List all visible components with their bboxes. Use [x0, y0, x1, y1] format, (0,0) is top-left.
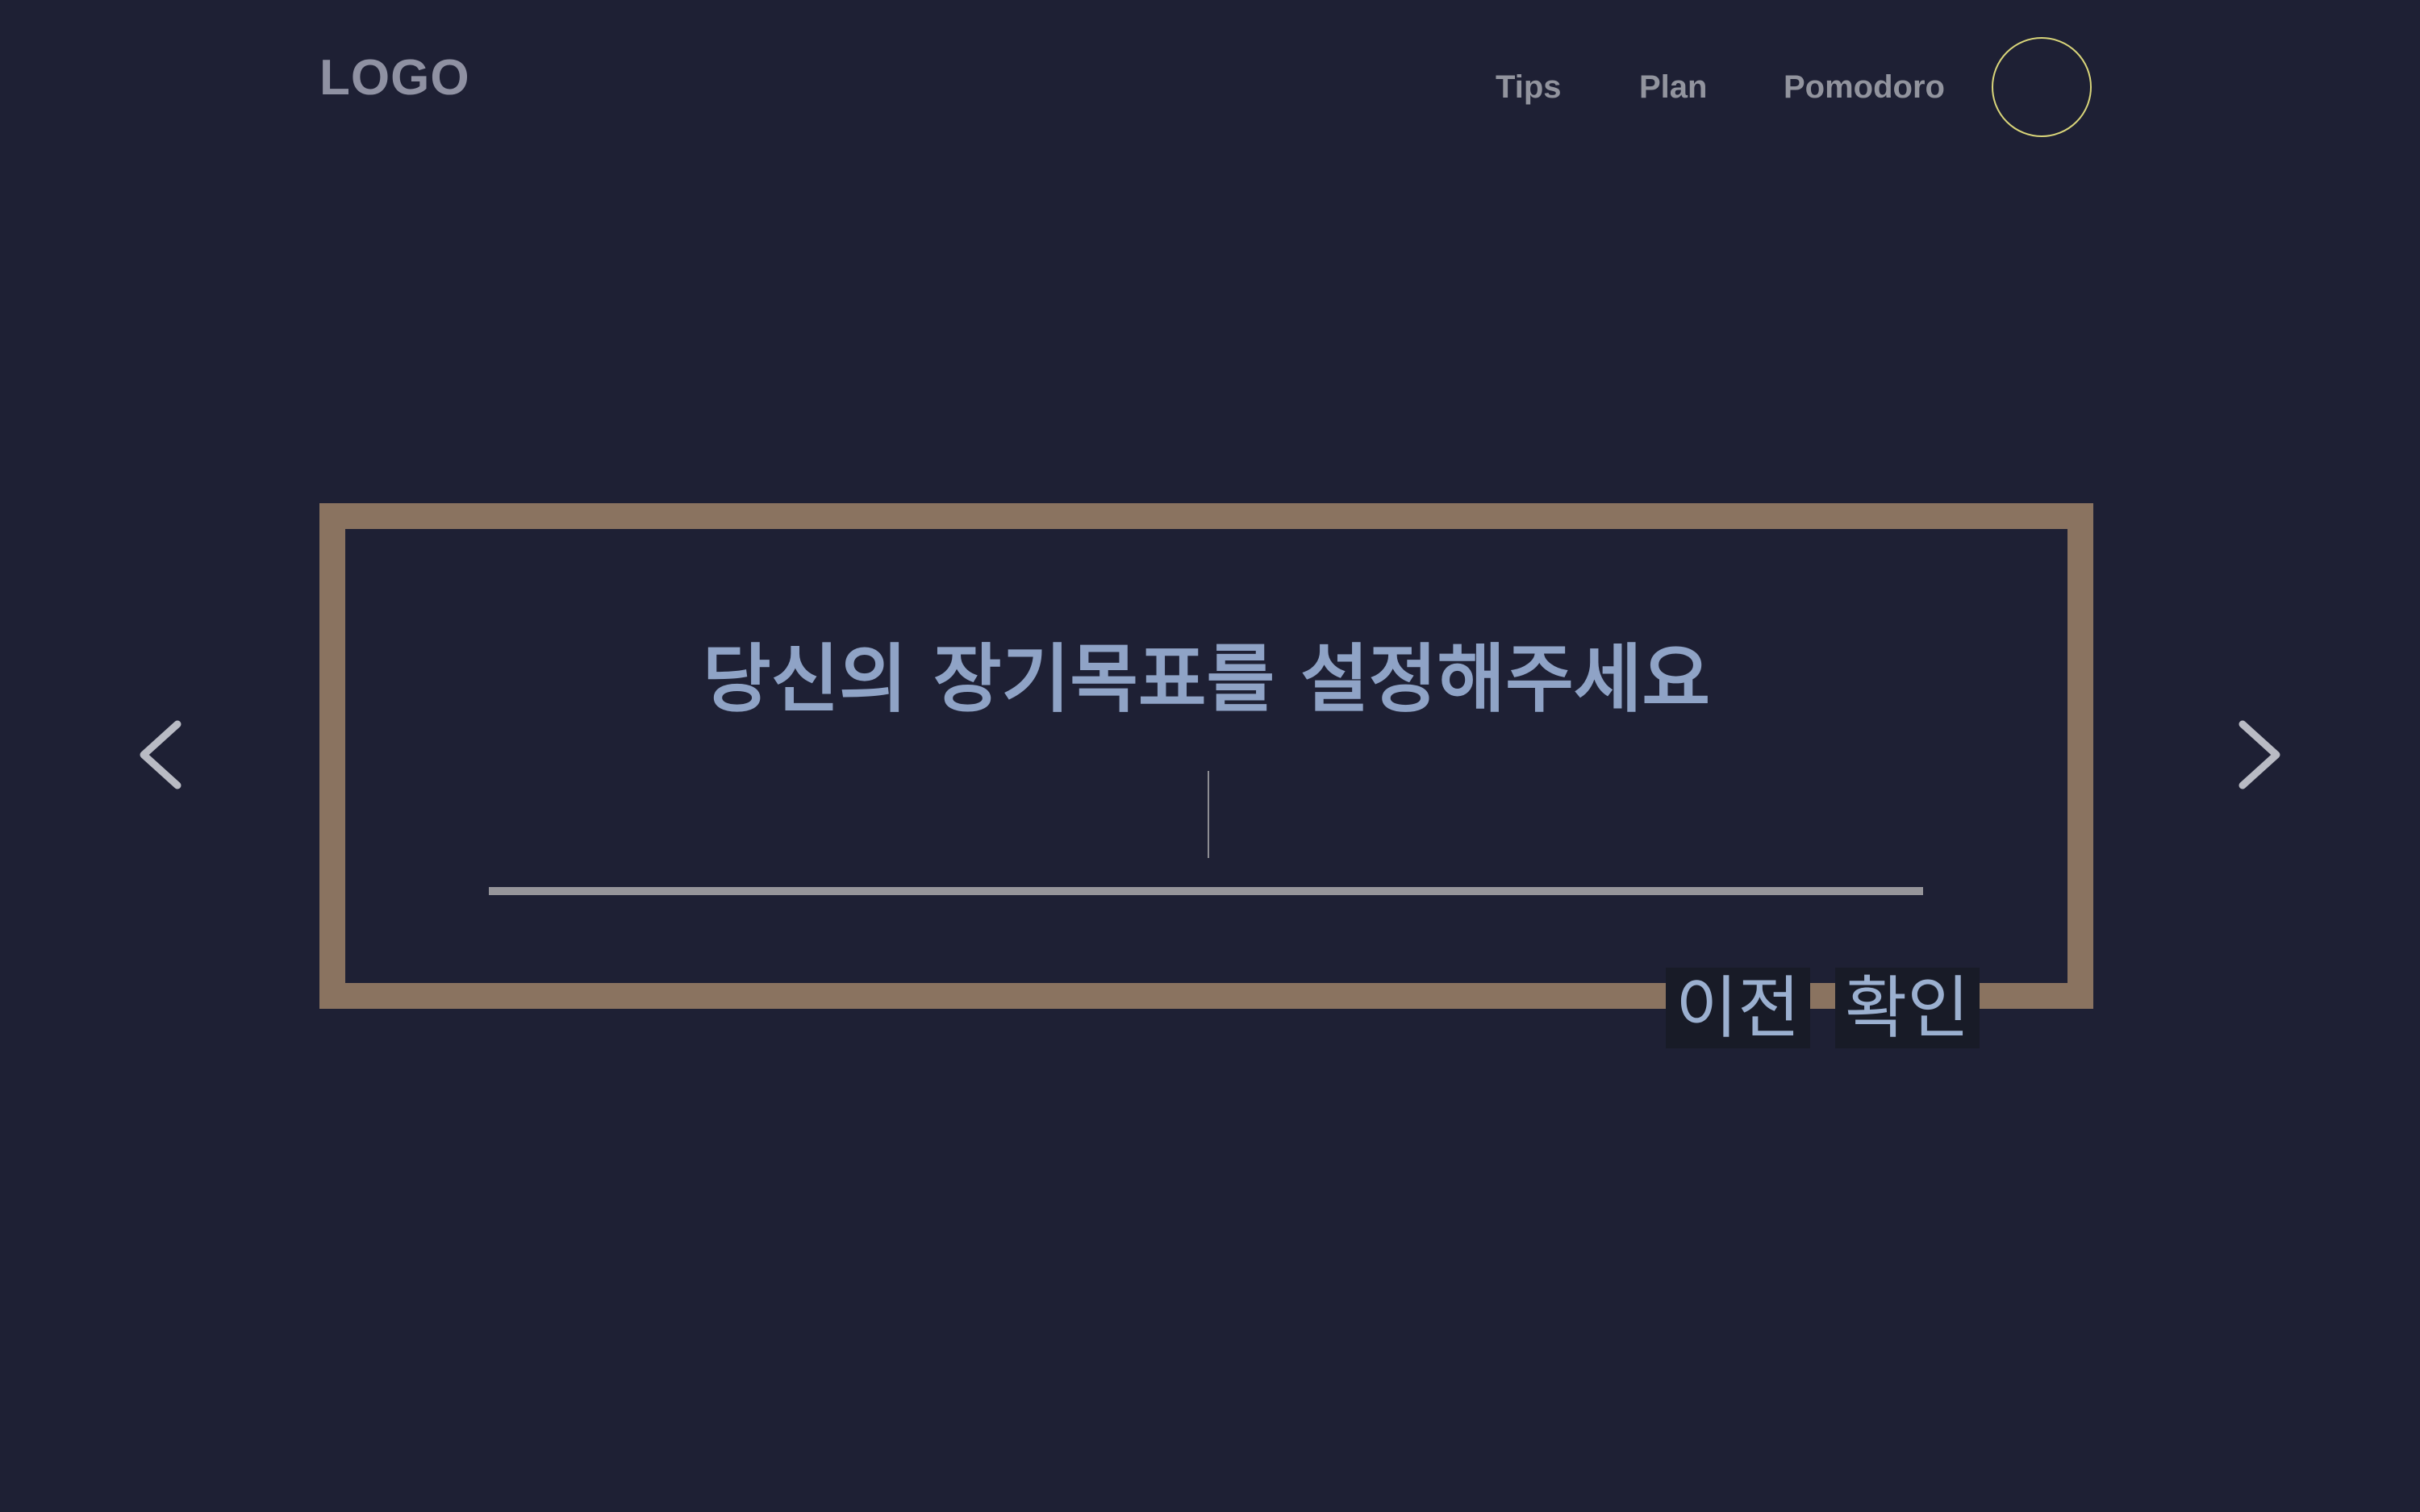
- confirm-button[interactable]: 확인: [1835, 968, 1980, 1048]
- chevron-left-icon[interactable]: [121, 714, 202, 795]
- nav-tips[interactable]: Tips: [1496, 71, 1562, 103]
- nav-pomodoro[interactable]: Pomodoro: [1784, 71, 1945, 103]
- nav-plan[interactable]: Plan: [1639, 71, 1707, 103]
- profile-avatar-button[interactable]: [1992, 37, 2092, 137]
- goal-input[interactable]: [489, 758, 1923, 895]
- goal-card-frame: [319, 503, 2093, 1009]
- text-caret: [1208, 771, 1209, 858]
- goal-title: 당신의 장기목표를 설정해주세요: [702, 636, 1711, 723]
- prev-button[interactable]: 이전: [1666, 968, 1810, 1048]
- chevron-right-icon[interactable]: [2218, 714, 2299, 795]
- logo[interactable]: LOGO: [319, 53, 470, 103]
